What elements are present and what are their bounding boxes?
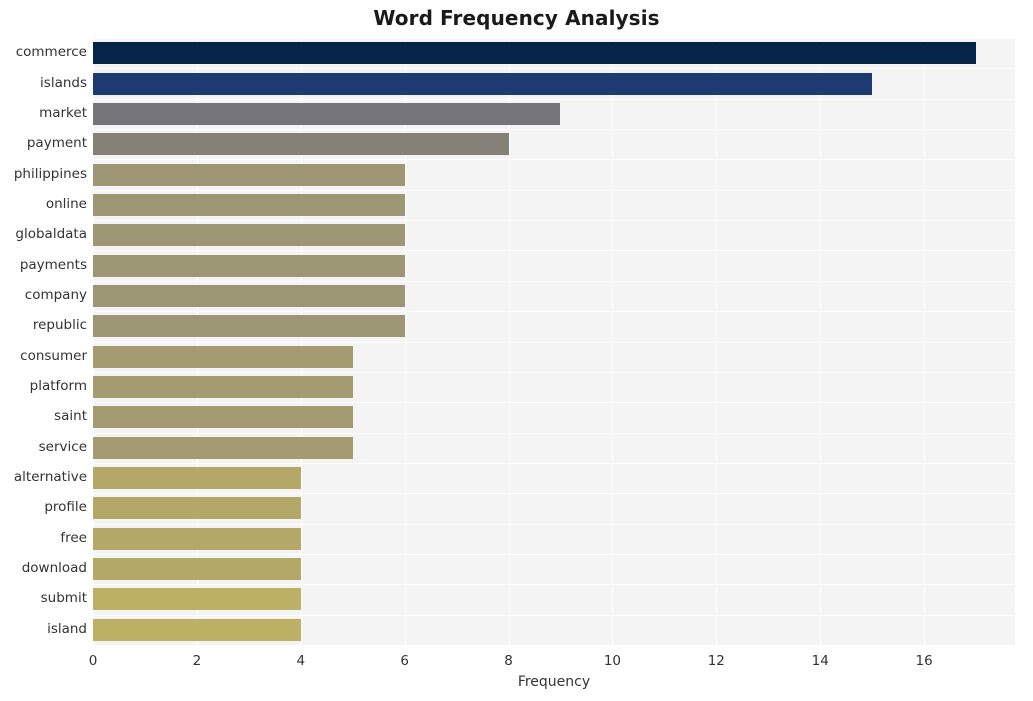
y-tick-label: company (24, 286, 87, 303)
gridline-horizontal (93, 129, 1015, 131)
gridline-horizontal (93, 220, 1015, 222)
x-axis-title: Frequency (517, 674, 591, 690)
x-tick-label: 8 (504, 653, 513, 669)
gridline-horizontal (93, 311, 1015, 313)
y-tick-label: online (45, 195, 87, 212)
bar (93, 72, 873, 95)
bar (93, 436, 353, 459)
x-axis: 0 2 4 6 8 10 12 14 16 (89, 645, 1015, 675)
gridline-horizontal (93, 371, 1015, 373)
gridline-horizontal (93, 462, 1015, 464)
bar (93, 558, 301, 581)
x-tick-label: 4 (296, 653, 306, 669)
bar (93, 284, 405, 307)
bar (93, 406, 353, 429)
bar (93, 497, 301, 520)
bar (93, 618, 301, 641)
gridline-horizontal (93, 432, 1015, 434)
y-tick-label: republic (32, 317, 87, 334)
gridline-horizontal (93, 523, 1015, 525)
bar (93, 102, 561, 125)
y-tick-label: download (21, 560, 87, 577)
y-tick-label: market (39, 104, 87, 121)
gridline-horizontal (93, 250, 1015, 252)
bar (93, 345, 353, 368)
gridline-horizontal (93, 189, 1015, 191)
y-tick-label: submit (40, 590, 87, 607)
y-tick-label: island (47, 620, 87, 637)
y-tick-label: globaldata (15, 226, 87, 243)
y-tick-label: free (60, 529, 87, 546)
x-tick-label: 12 (707, 653, 725, 669)
x-tick-label: 16 (915, 653, 933, 669)
bar (93, 527, 301, 550)
y-axis: commerce islands market payment philippines o… (0, 38, 87, 645)
bar (93, 588, 301, 611)
plot-area (93, 38, 1015, 645)
y-tick-label: consumer (20, 347, 87, 364)
x-tick-label: 0 (88, 653, 98, 669)
gridline-horizontal (93, 341, 1015, 343)
bar (93, 315, 405, 338)
y-tick-label: alternative (13, 469, 87, 486)
gridline-horizontal (93, 280, 1015, 282)
y-tick-label: payment (26, 135, 87, 152)
y-tick-label: platform (29, 378, 87, 395)
bar (93, 42, 977, 65)
x-tick-label: 10 (603, 653, 622, 669)
y-tick-label: profile (44, 499, 87, 516)
y-tick-label: payments (19, 256, 87, 273)
bar (93, 193, 405, 216)
gridline-horizontal (93, 159, 1015, 161)
chart-title: Word Frequency Analysis (373, 6, 660, 30)
bar (93, 376, 353, 399)
gridline-horizontal (93, 584, 1015, 586)
bar (93, 254, 405, 277)
y-tick-label: saint (54, 408, 87, 425)
bar (93, 224, 405, 247)
gridline-horizontal (93, 493, 1015, 495)
y-tick-label: service (38, 438, 87, 455)
chart-figure: Word Frequency Analysis commerce islands m… (0, 0, 1033, 701)
x-tick-label: 14 (811, 653, 829, 669)
bar (93, 163, 405, 186)
bar (93, 467, 301, 490)
gridline-horizontal (93, 553, 1015, 555)
y-tick-label: islands (40, 74, 87, 91)
y-tick-label: philippines (13, 165, 87, 182)
gridline-horizontal (93, 614, 1015, 616)
x-tick-label: 6 (400, 653, 409, 669)
y-tick-label: commerce (15, 44, 87, 61)
bar (93, 133, 509, 156)
x-tick-label: 2 (192, 653, 202, 669)
gridline-horizontal (93, 38, 1015, 39)
gridline-horizontal (93, 68, 1015, 70)
gridline-horizontal (93, 402, 1015, 404)
gridline-horizontal (93, 98, 1015, 100)
